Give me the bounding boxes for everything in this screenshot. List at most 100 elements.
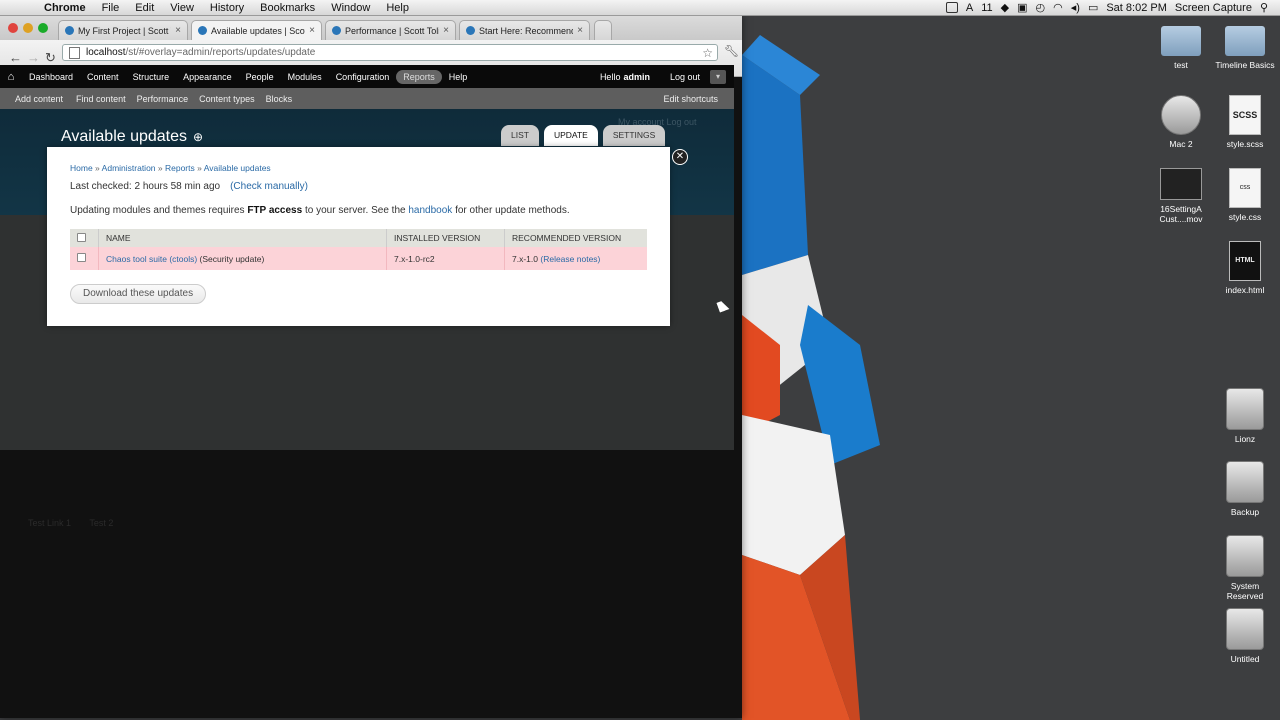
row-checkbox[interactable]	[77, 253, 86, 262]
desktop-icon-system-reserved[interactable]: System Reserved	[1214, 535, 1276, 601]
bookmark-star-icon[interactable]: ☆	[702, 46, 713, 60]
folder-icon	[1225, 26, 1265, 56]
tab-list[interactable]: LIST	[501, 125, 539, 146]
close-tab-icon[interactable]: ×	[175, 25, 181, 36]
check-manually-link[interactable]: (Check manually)	[230, 181, 308, 192]
shortcut-add-content[interactable]: Add content	[5, 94, 63, 104]
shortcut-blocks[interactable]: Blocks	[266, 94, 293, 104]
toolbar-configuration[interactable]: Configuration	[329, 72, 397, 82]
menu-bookmarks[interactable]: Bookmarks	[252, 2, 323, 14]
desktop-icon-label: 16SettingA Cust....mov	[1159, 204, 1203, 224]
toolbar-drawer-toggle-icon[interactable]: ▾	[710, 69, 726, 84]
status-icon[interactable]	[945, 2, 958, 13]
time-machine-icon[interactable]: ◴	[1036, 1, 1046, 14]
desktop-icon-timeline-basics[interactable]: Timeline Basics	[1214, 26, 1276, 70]
tab-available-updates[interactable]: Available updates | Scott To ×	[191, 20, 322, 40]
breadcrumb-available-updates[interactable]: Available updates	[204, 163, 271, 173]
add-shortcut-icon[interactable]: ⊕	[193, 130, 203, 144]
tab-title: Performance | Scott Tolinski	[345, 25, 440, 36]
battery-icon[interactable]: ▭	[1088, 1, 1098, 14]
breadcrumb-home[interactable]: Home	[70, 163, 93, 173]
menu-window[interactable]: Window	[323, 2, 378, 14]
minimize-window-icon[interactable]	[23, 23, 33, 33]
new-tab-button[interactable]	[594, 20, 612, 40]
shortcut-content-types[interactable]: Content types	[199, 94, 255, 104]
disk-icon	[1161, 95, 1201, 135]
select-all-checkbox[interactable]	[77, 232, 86, 242]
address-path: /st/#overlay=admin/reports/updates/updat…	[125, 47, 316, 58]
desktop-icon-untitled[interactable]: Untitled	[1214, 608, 1276, 664]
module-link[interactable]: Chaos tool suite (ctools)	[106, 254, 197, 264]
toolbar-structure[interactable]: Structure	[126, 72, 177, 82]
recommended-version: 7.x-1.0	[512, 253, 538, 264]
footer-link: Test Link 1	[28, 518, 72, 528]
close-tab-icon[interactable]: ×	[443, 25, 449, 36]
ftp-text: to your server. See the	[302, 205, 409, 216]
shortcut-performance[interactable]: Performance	[137, 94, 189, 104]
tab-strip: My First Project | Scott Tolin × Availab…	[0, 15, 742, 40]
address-bar[interactable]: localhost /st/#overlay=admin/reports/upd…	[62, 44, 718, 61]
desktop-icon-movie[interactable]: 16SettingA Cust....mov	[1150, 168, 1212, 224]
close-window-icon[interactable]	[8, 23, 18, 33]
menu-file[interactable]: File	[94, 2, 128, 14]
wifi-icon[interactable]: ◠	[1053, 1, 1063, 14]
toolbar-appearance[interactable]: Appearance	[176, 72, 239, 82]
lock-icon[interactable]: ▣	[1017, 1, 1027, 14]
release-notes-link[interactable]: (Release notes)	[540, 254, 600, 264]
desktop-icon-mac-2[interactable]: Mac 2	[1150, 95, 1212, 149]
spotlight-icon[interactable]: ⚲	[1260, 1, 1268, 14]
edit-shortcuts-link[interactable]: Edit shortcuts	[653, 94, 718, 104]
tab-settings[interactable]: SETTINGS	[602, 125, 666, 146]
menubar-count[interactable]: 11	[981, 2, 992, 14]
wrench-icon[interactable]: 🔧︎	[724, 44, 739, 58]
download-updates-button[interactable]: Download these updates	[70, 284, 207, 304]
toolbar-reports[interactable]: Reports	[396, 69, 442, 84]
tab-performance[interactable]: Performance | Scott Tolinski ×	[325, 20, 456, 40]
adobe-icon[interactable]: A	[966, 2, 973, 14]
shortcut-find-content[interactable]: Find content	[76, 94, 126, 104]
tab-start-here[interactable]: Start Here: Recommended M ×	[459, 20, 590, 40]
reload-icon[interactable]: ↻	[45, 50, 56, 66]
menubar-user[interactable]: Screen Capture	[1175, 2, 1252, 14]
breadcrumb-administration[interactable]: Administration	[102, 163, 156, 173]
menu-help[interactable]: Help	[378, 2, 417, 14]
back-arrow-icon[interactable]: ←	[9, 50, 22, 65]
desktop-icon-label: Lionz	[1234, 434, 1256, 444]
toolbar-content[interactable]: Content	[80, 72, 126, 82]
tab-my-first-project[interactable]: My First Project | Scott Tolin ×	[58, 20, 188, 40]
close-tab-icon[interactable]: ×	[577, 25, 583, 36]
breadcrumb-reports[interactable]: Reports	[165, 163, 195, 173]
overlay-close-icon[interactable]: ✕	[672, 149, 688, 165]
dropbox-icon[interactable]: ◆	[1001, 1, 1009, 14]
page-icon	[69, 46, 80, 59]
desktop-icon-lionz[interactable]: Lionz	[1214, 388, 1276, 444]
tab-title: Available updates | Scott To	[211, 25, 305, 36]
tab-update[interactable]: UPDATE	[543, 125, 598, 146]
forward-arrow-icon[interactable]: →	[27, 50, 40, 65]
desktop-icon-label: Backup	[1230, 507, 1260, 517]
volume-icon[interactable]: ◂)	[1071, 1, 1080, 14]
header-name: NAME	[98, 229, 387, 247]
zoom-window-icon[interactable]	[38, 23, 48, 33]
desktop-icon-test[interactable]: test	[1150, 26, 1212, 70]
menu-edit[interactable]: Edit	[127, 2, 162, 14]
logout-link[interactable]: Log out	[670, 72, 700, 82]
desktop-icon-index-html[interactable]: HTML index.html	[1214, 241, 1276, 295]
menu-app-name[interactable]: Chrome	[36, 2, 94, 14]
desktop-icon-style-css[interactable]: css style.css	[1214, 168, 1276, 222]
desktop-icon-label: style.css	[1228, 212, 1262, 222]
handbook-link[interactable]: handbook	[408, 205, 452, 216]
home-icon[interactable]: ⌂	[0, 71, 22, 83]
menu-view[interactable]: View	[162, 2, 202, 14]
username[interactable]: admin	[623, 72, 650, 82]
toolbar-help[interactable]: Help	[442, 72, 475, 82]
close-tab-icon[interactable]: ×	[309, 25, 315, 36]
desktop-icon-style-scss[interactable]: SCSS style.scss	[1214, 95, 1276, 149]
menubar-clock[interactable]: Sat 8:02 PM	[1106, 2, 1167, 14]
menu-history[interactable]: History	[202, 2, 252, 14]
toolbar-people[interactable]: People	[239, 72, 281, 82]
toolbar-modules[interactable]: Modules	[281, 72, 329, 82]
css-file-icon: css	[1229, 168, 1261, 208]
toolbar-dashboard[interactable]: Dashboard	[22, 72, 80, 82]
desktop-icon-backup[interactable]: Backup	[1214, 461, 1276, 517]
